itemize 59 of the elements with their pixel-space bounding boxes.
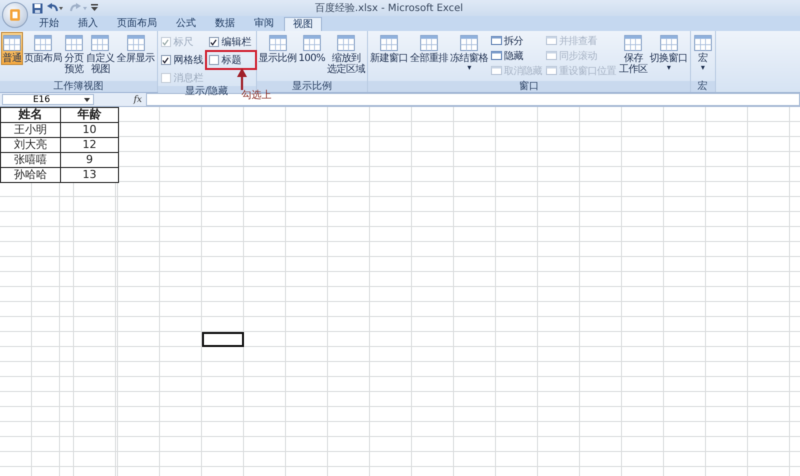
window-icon bbox=[491, 51, 502, 60]
checkmark-icon bbox=[162, 38, 169, 46]
ribbon-button[interactable]: 100% bbox=[298, 32, 326, 65]
checkmark-icon bbox=[162, 56, 169, 64]
group-label: 宏 bbox=[698, 81, 708, 92]
group-label: 显示比例 bbox=[292, 81, 332, 92]
arrow bbox=[236, 68, 246, 90]
customize-menu-icon[interactable] bbox=[91, 4, 98, 12]
group-label: 窗口 bbox=[518, 81, 539, 92]
redo-icon bbox=[67, 2, 87, 14]
window-icon bbox=[491, 66, 502, 75]
table-cell: 年龄 bbox=[60, 107, 119, 123]
undo-icon[interactable] bbox=[47, 2, 63, 14]
checkbox-label[interactable]: 标题 bbox=[222, 53, 242, 67]
ribbon-button[interactable]: 全屏显示 bbox=[116, 32, 156, 65]
group-label: 工作簿视图 bbox=[53, 81, 104, 92]
checkbox-label[interactable]: 网格线 bbox=[174, 53, 204, 67]
window-icon bbox=[546, 36, 558, 45]
table-cell: 13 bbox=[60, 167, 119, 183]
ribbon-tab[interactable]: 开始 bbox=[30, 17, 68, 31]
dropdown-arrow-icon[interactable] bbox=[84, 98, 90, 102]
group-label: 显示/隐藏 bbox=[184, 86, 228, 97]
checkmark-icon bbox=[210, 38, 217, 46]
window-icon bbox=[491, 36, 502, 45]
ribbon-button[interactable]: 显示比例 bbox=[258, 32, 298, 65]
ribbon-button[interactable]: 分页 预览 bbox=[63, 32, 85, 76]
insert-function-button[interactable]: fx bbox=[134, 94, 142, 104]
window-title: 百度经验.xlsx - Microsoft Excel bbox=[314, 2, 464, 15]
ribbon-button[interactable]: 缩放到 选定区域 bbox=[326, 32, 366, 76]
name-box[interactable]: E16 bbox=[2, 94, 94, 105]
ribbon-small-button[interactable]: 隐藏 bbox=[489, 49, 544, 62]
window-icon bbox=[546, 66, 558, 75]
checkbox-label[interactable]: 编辑栏 bbox=[222, 35, 252, 49]
ribbon-button[interactable]: 页面布局 bbox=[23, 32, 63, 65]
ribbon-button[interactable]: 自定义 视图 bbox=[85, 32, 116, 76]
ribbon-tab[interactable]: 公式 bbox=[167, 17, 205, 31]
ribbon-button[interactable]: 冻结窗格 ▾ bbox=[449, 32, 490, 73]
window-icon bbox=[546, 51, 558, 60]
ribbon-small-button[interactable]: 拆分 bbox=[489, 34, 544, 47]
checkbox[interactable] bbox=[208, 37, 218, 47]
ribbon-tab[interactable]: 数据 bbox=[206, 17, 244, 31]
ribbon-button[interactable]: 切换窗口 ▾ bbox=[648, 32, 689, 73]
ribbon-tab[interactable]: 页面布局 bbox=[108, 17, 166, 31]
checkbox[interactable] bbox=[160, 55, 170, 65]
ribbon-tab[interactable]: 审阅 bbox=[245, 17, 283, 31]
table-cell: 孙哈哈 bbox=[0, 167, 61, 183]
ribbon-button[interactable]: 宏 ▾ bbox=[692, 32, 714, 73]
ribbon-button[interactable]: 全部重排 bbox=[409, 32, 450, 65]
ribbon-button[interactable]: 保存 工作区 bbox=[618, 32, 649, 76]
selected-cell[interactable] bbox=[202, 332, 244, 347]
annotation: 勾选上 bbox=[242, 90, 272, 101]
ribbon-button[interactable]: 新建窗口 bbox=[369, 32, 410, 65]
ribbon-button[interactable]: 普通 bbox=[1, 32, 23, 65]
sheet-icon bbox=[2, 33, 22, 53]
save-icon[interactable] bbox=[32, 2, 43, 14]
ribbon-tab[interactable]: 视图 bbox=[284, 17, 322, 31]
checkbox[interactable] bbox=[208, 55, 218, 65]
ribbon-tab[interactable]: 插入 bbox=[69, 17, 107, 31]
table-cell: 姓名 bbox=[0, 107, 61, 123]
